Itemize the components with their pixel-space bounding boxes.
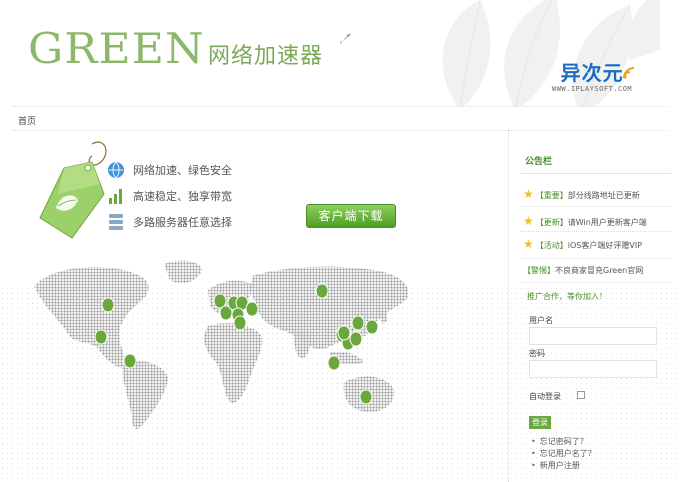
forgot-username-link[interactable]: • 忘记用户名了？ <box>531 448 596 460</box>
signal-bars-icon <box>109 189 122 204</box>
divider <box>521 282 671 283</box>
sidebar: 公告栏 ★ 【重要】部分线路地址已更新 ★ 【更新】请Win用户更新客户端 ★ 【活动… <box>508 130 680 482</box>
feature-item: 多路服务器任意选择 <box>106 212 232 232</box>
world-map <box>34 260 409 429</box>
notice-item[interactable]: ★ 【更新】请Win用户更新客户端 <box>523 214 647 228</box>
notice-prefix: 【更新】 <box>535 218 568 227</box>
link-label: 忘记用户名了？ <box>539 449 596 458</box>
map-pin-icon <box>94 329 108 345</box>
feature-text: 网络加速、绿色安全 <box>133 164 232 177</box>
bullet-icon: • <box>531 449 536 458</box>
notice-prefix: 【警惕】 <box>523 266 555 275</box>
divider <box>521 206 671 207</box>
notice-text: 不良商家冒充Green官网 <box>555 266 644 275</box>
notice-text: 部分线路地址已更新 <box>567 191 640 200</box>
notice-prefix: 【活动】 <box>535 241 568 250</box>
brand-logo[interactable]: 异次元 WWW.IPLAYSOFT.COM <box>552 62 632 93</box>
breadcrumb-home[interactable]: 首页 <box>18 114 36 127</box>
auto-login-label: 自动登录 <box>529 392 561 401</box>
price-tag-illustration <box>39 141 107 239</box>
feature-text: 高速稳定、独享带宽 <box>133 190 232 203</box>
map-pin-icon <box>327 355 341 371</box>
map-pin-icon <box>365 319 379 335</box>
auto-login-checkbox[interactable] <box>577 391 585 399</box>
bullet-icon: • <box>531 461 536 470</box>
divider <box>12 106 668 107</box>
server-stack-icon <box>109 214 123 230</box>
bullet-icon: • <box>531 437 536 446</box>
notice-text: 请Win用户更新客户端 <box>567 218 647 227</box>
divider <box>521 231 671 232</box>
feature-text: 多路服务器任意选择 <box>133 216 232 229</box>
map-pin-icon <box>123 353 137 369</box>
client-download-button[interactable]: 客户端下载 <box>306 204 396 228</box>
divider <box>521 258 671 259</box>
notice-item[interactable]: ★ 【活动】iOS客户端好评赠VIP <box>523 237 642 251</box>
forgot-password-link[interactable]: • 忘记密码了？ <box>531 436 596 448</box>
notice-text: iOS客户端好评赠VIP <box>567 241 643 250</box>
star-icon: ★ <box>523 187 534 201</box>
site-header: GREEN 网络加速器 异次元 WWW.IPLAYSOFT.COM <box>0 0 680 106</box>
username-label: 用户名 <box>529 316 553 325</box>
promo-text[interactable]: 推广合作，等你加入！ <box>527 291 607 302</box>
register-link[interactable]: • 新用户注册 <box>531 460 596 472</box>
wifi-signal-icon <box>623 67 635 79</box>
star-icon: ★ <box>523 214 534 228</box>
map-pin-icon <box>351 315 365 331</box>
divider <box>521 173 671 174</box>
map-pin-icon <box>245 301 259 317</box>
notice-prefix: 【重要】 <box>535 191 568 200</box>
map-pin-icon <box>359 389 373 405</box>
brand-name: 异次元 <box>560 61 624 85</box>
map-pin-icon <box>337 325 351 341</box>
star-icon: ★ <box>523 237 534 251</box>
password-label: 密码 <box>529 349 545 358</box>
password-input[interactable] <box>529 360 657 378</box>
map-pin-icon <box>233 315 247 331</box>
map-pin-icon <box>101 297 115 313</box>
brand-url: WWW.IPLAYSOFT.COM <box>552 85 633 93</box>
login-button[interactable]: 登录 <box>529 416 551 429</box>
notice-board-title: 公告栏 <box>525 157 553 167</box>
account-links: • 忘记密码了？ • 忘记用户名了？ • 新用户注册 <box>531 436 596 472</box>
notice-item[interactable]: 【警惕】不良商家冒充Green官网 <box>523 265 643 276</box>
rocket-icon <box>340 33 351 44</box>
notice-item[interactable]: ★ 【重要】部分线路地址已更新 <box>523 187 640 201</box>
link-label: 新用户注册 <box>539 461 580 470</box>
logo-wordmark[interactable]: GREEN <box>28 24 205 73</box>
map-pin-icon <box>315 283 329 299</box>
username-input[interactable] <box>529 327 657 345</box>
link-label: 忘记密码了？ <box>539 437 588 446</box>
logo-subtitle: 网络加速器 <box>208 44 324 69</box>
globe-icon <box>108 161 124 179</box>
feature-item: 高速稳定、独享带宽 <box>106 186 232 206</box>
feature-item: 网络加速、绿色安全 <box>106 160 232 180</box>
map-pin-icon <box>349 331 363 347</box>
